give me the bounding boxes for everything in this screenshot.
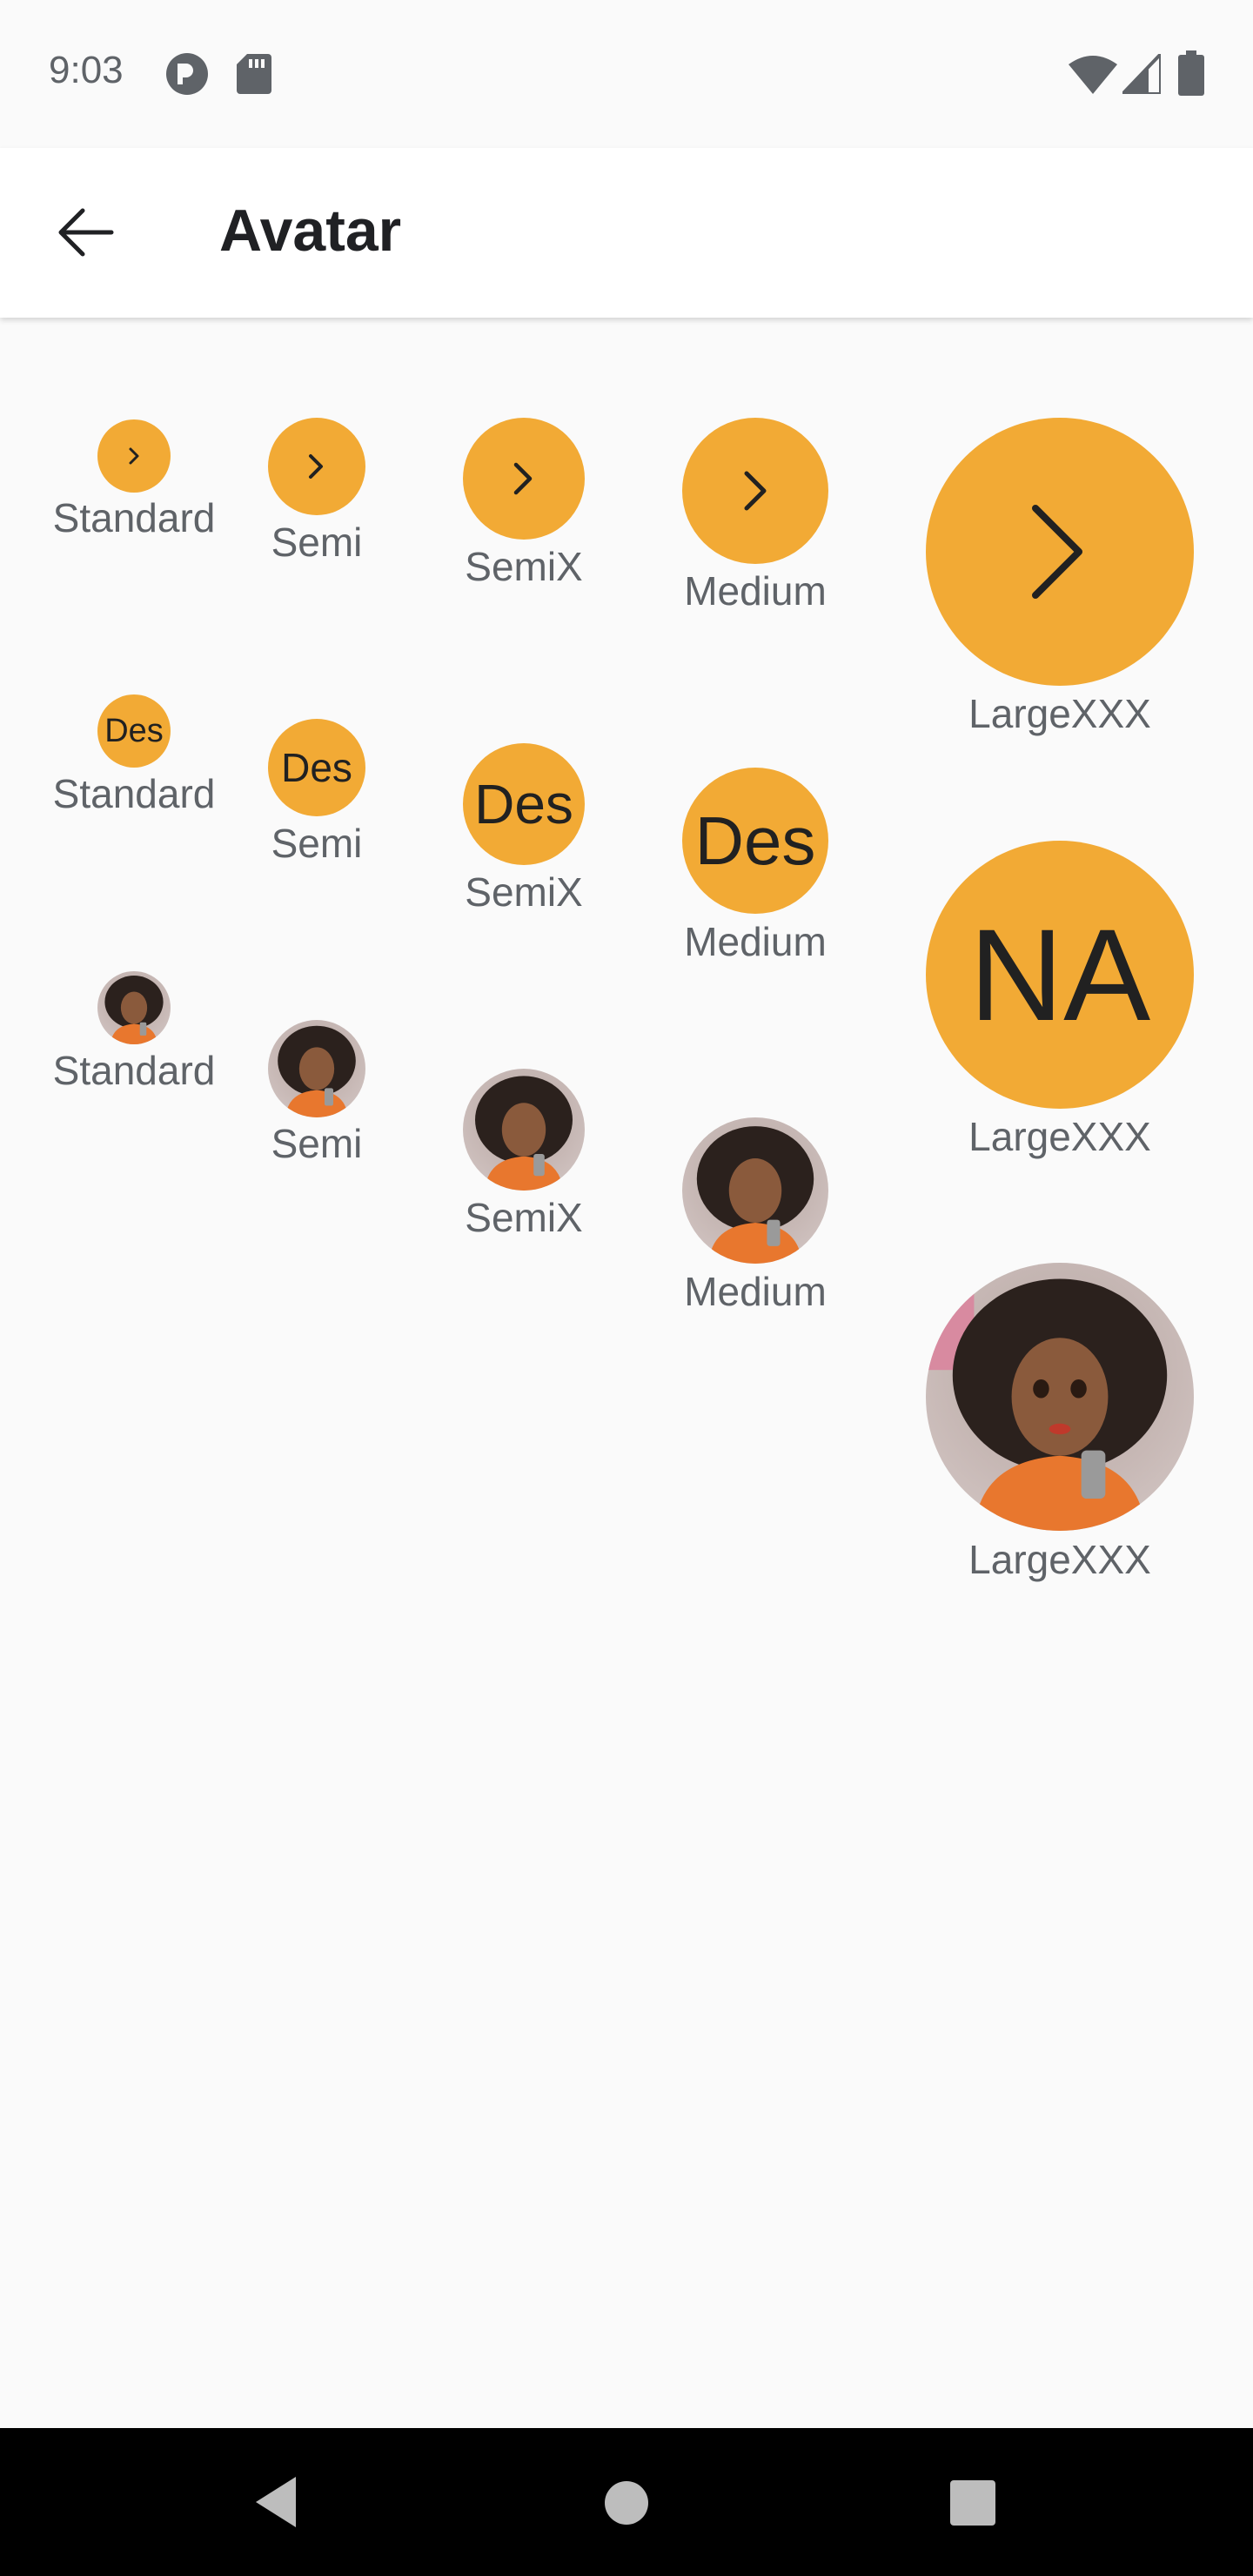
status-time: 9:03 [49,49,124,91]
avatar-icon-semix[interactable] [463,418,585,540]
avatar-size-label: SemiX [465,1195,583,1240]
avatar-size-label: Medium [684,568,827,614]
avatar-size-label: Semi [271,520,363,565]
avatar-image-largexxx[interactable] [926,1263,1194,1531]
avatar-size-label: Standard [52,495,216,540]
avatar-initials: Des [104,712,164,749]
avatar-image-standard[interactable] [97,971,171,1044]
avatar-size-label: LargeXXX [968,1537,1151,1582]
avatar-initials-standard[interactable]: Des [97,694,171,768]
app-bar: Avatar [0,148,1253,318]
avatar-size-label: Semi [271,821,363,866]
avatar-icon-medium[interactable] [682,418,828,564]
avatar-size-label: Standard [52,1048,216,1093]
chevron-right-icon [129,447,139,465]
person-photo-icon [475,1076,573,1191]
person-photo-icon [926,1263,1168,1531]
avatar-initials: Des [474,773,573,835]
avatar-initials: NA [968,901,1151,1048]
chevron-right-icon [513,462,533,495]
person-photo-icon [696,1126,814,1264]
avatar-image-semi[interactable] [268,1020,365,1117]
avatar-size-label: Semi [271,1121,363,1166]
chevron-right-icon [744,471,767,511]
avatar-size-label: SemiX [465,869,583,915]
avatar-size-label: Medium [684,919,827,964]
avatar-initials-semi[interactable]: Des [268,719,365,816]
avatar-grid: Standard Semi SemiX Medium LargeXXX Des … [0,318,1253,2428]
avatar-initials-medium[interactable]: Des [682,768,828,914]
avatar-icon-largexxx[interactable] [926,418,1194,686]
cell-signal-icon [1122,54,1161,94]
notification-app-icon [166,53,208,95]
person-photo-icon [104,976,164,1044]
back-button[interactable] [35,183,135,283]
avatar-size-label: Medium [684,1269,827,1314]
avatar-icon-standard[interactable] [97,419,171,493]
avatar-image-medium[interactable] [682,1117,828,1264]
page-title: Avatar [219,198,402,264]
avatar-initials: Des [281,745,352,790]
nav-recents-icon[interactable] [950,2480,995,2526]
avatar-size-label: LargeXXX [968,691,1151,736]
avatar-initials: Des [694,802,816,879]
person-photo-icon [278,1025,356,1117]
avatar-initials-semix[interactable]: Des [463,743,585,865]
nav-home-icon[interactable] [604,2480,649,2526]
back-arrow-icon [58,208,114,257]
chevron-right-icon [309,454,323,479]
avatar-size-label: Standard [52,771,216,816]
chevron-right-icon [1032,505,1082,599]
avatar-size-label: LargeXXX [968,1114,1151,1159]
avatar-size-label: SemiX [465,544,583,589]
battery-icon [1178,50,1204,96]
system-navigation-bar [0,2428,1253,2576]
avatar-image-semix[interactable] [463,1069,585,1191]
sd-card-icon [237,54,271,94]
wifi-icon [1069,56,1117,94]
nav-back-icon[interactable] [252,2475,301,2529]
status-bar: 9:03 [0,0,1253,148]
avatar-icon-semi[interactable] [268,418,365,515]
avatar-initials-largexxx[interactable]: NA [926,841,1194,1109]
